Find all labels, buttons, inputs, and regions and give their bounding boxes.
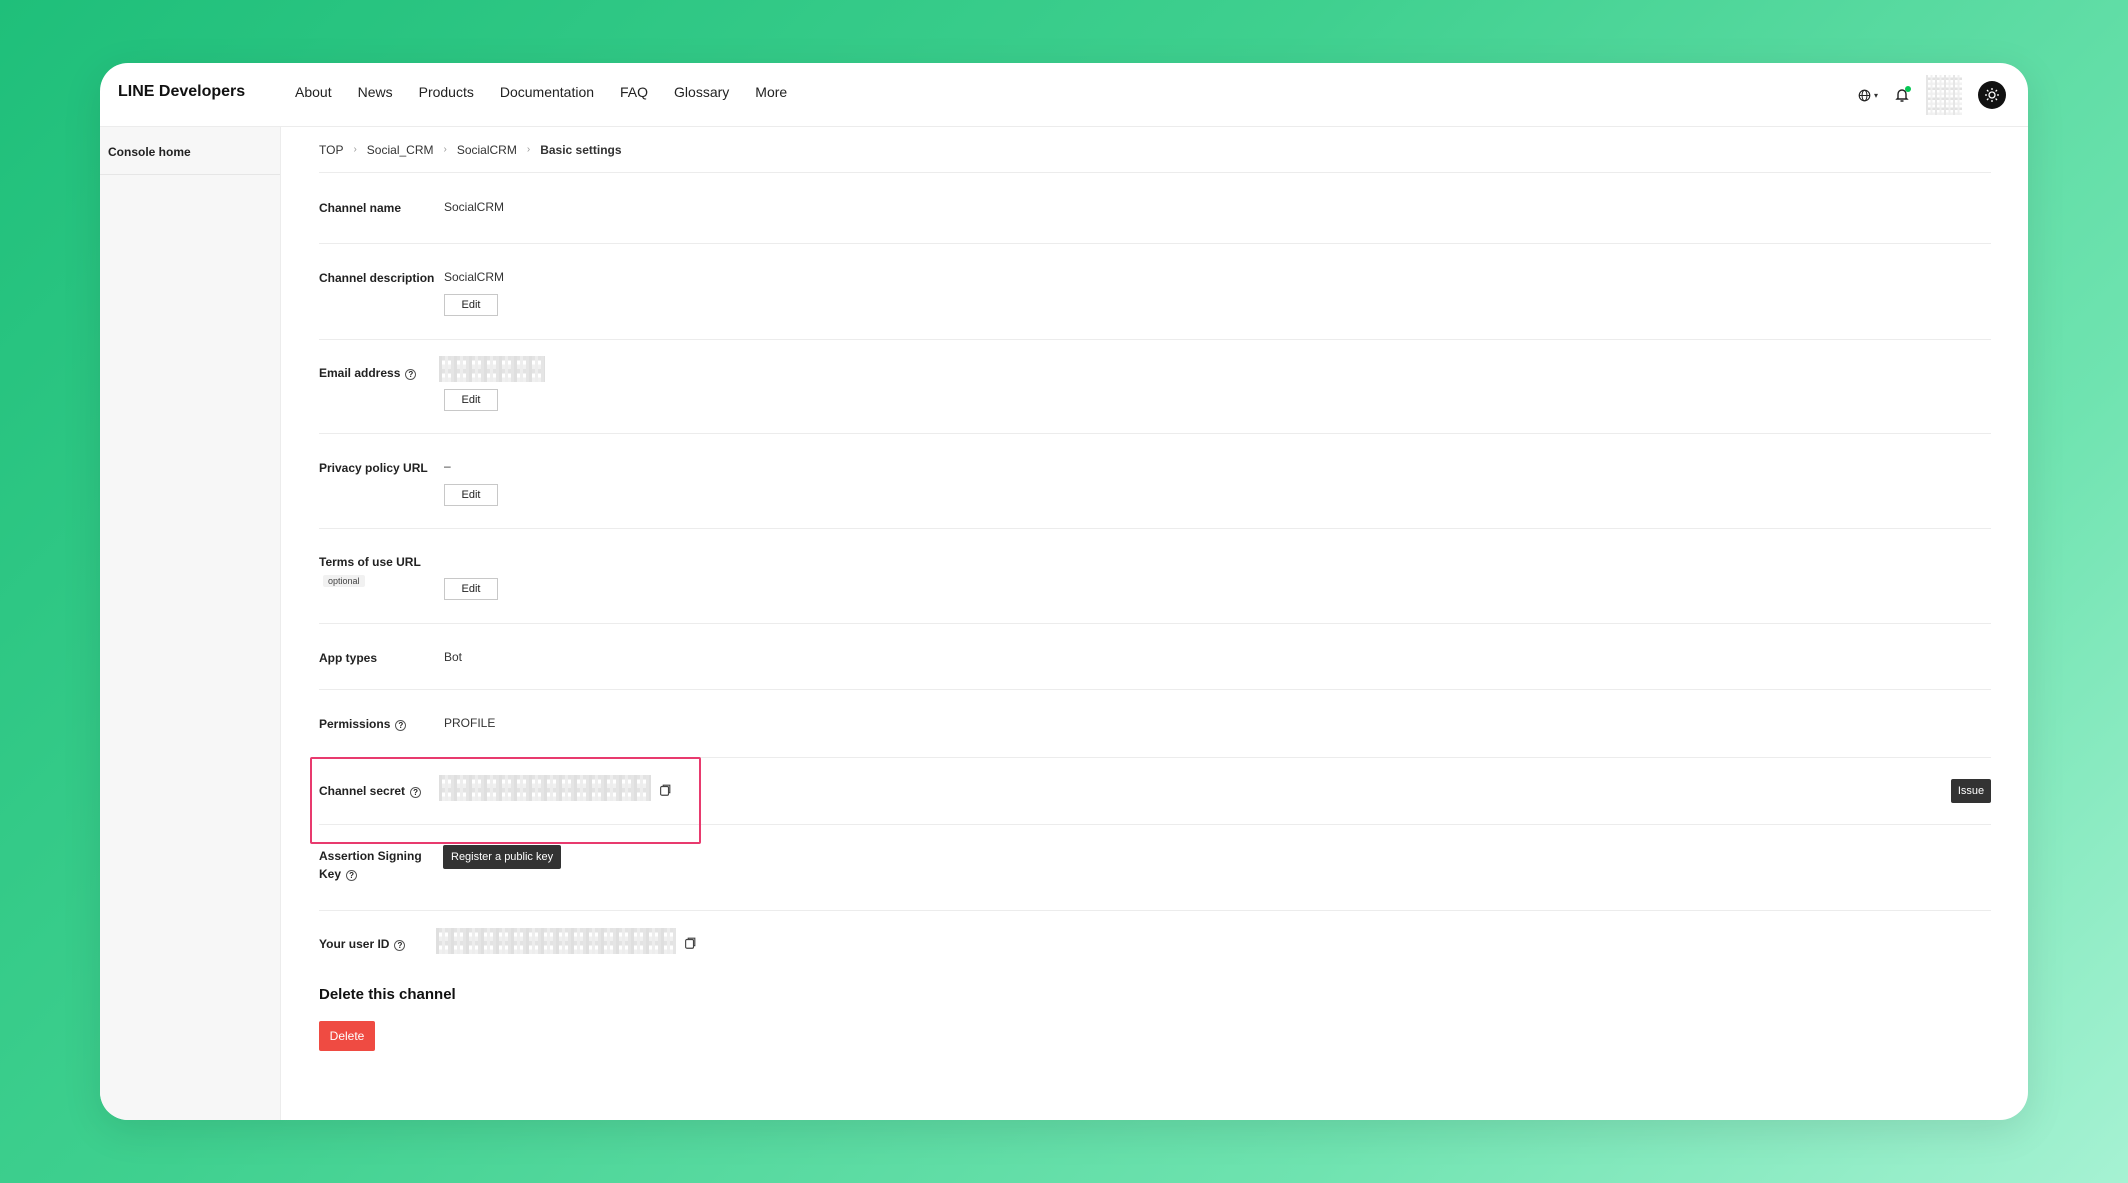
channel-name-value: SocialCRM bbox=[444, 200, 505, 214]
nav-products[interactable]: Products bbox=[419, 84, 474, 100]
channel-description-value: SocialCRM bbox=[444, 270, 505, 284]
nav-news[interactable]: News bbox=[358, 84, 393, 100]
permissions-value: PROFILE bbox=[444, 716, 496, 730]
nav-about[interactable]: About bbox=[295, 84, 332, 100]
breadcrumb-top[interactable]: TOP bbox=[319, 143, 343, 157]
user-id-label-text: Your user ID bbox=[319, 937, 390, 951]
email-label-text: Email address bbox=[319, 366, 401, 380]
issue-button[interactable]: Issue bbox=[1951, 779, 1991, 803]
assertion-key-label-line2: Key bbox=[319, 867, 342, 881]
row-channel-description: Channel description SocialCRM Edit bbox=[319, 244, 1991, 340]
nav-links: About News Products Documentation FAQ Gl… bbox=[295, 84, 813, 100]
row-app-types: App types Bot bbox=[319, 624, 1991, 690]
row-channel-name: Channel name SocialCRM bbox=[319, 173, 1991, 244]
breadcrumb: TOP › Social_CRM › SocialCRM › Basic set… bbox=[319, 127, 1991, 173]
globe-icon bbox=[1858, 89, 1871, 101]
nav-right-tools: ▾ bbox=[1858, 75, 2006, 115]
help-icon[interactable]: ? bbox=[394, 940, 406, 951]
user-id-value-redacted bbox=[436, 928, 676, 954]
theme-toggle[interactable] bbox=[1978, 81, 2006, 109]
privacy-policy-label: Privacy policy URL bbox=[319, 461, 428, 475]
email-label: Email address? bbox=[319, 364, 417, 382]
nav-documentation[interactable]: Documentation bbox=[500, 84, 594, 100]
row-email: Email address? Edit bbox=[319, 340, 1991, 434]
sidebar: Console home bbox=[100, 127, 281, 1120]
row-permissions: Permissions? PROFILE bbox=[319, 690, 1991, 758]
help-icon[interactable]: ? bbox=[395, 720, 407, 731]
delete-button[interactable]: Delete bbox=[319, 1021, 375, 1051]
app-window: LINE Developers About News Products Docu… bbox=[100, 63, 2028, 1120]
row-privacy-policy: Privacy policy URL – Edit bbox=[319, 434, 1991, 529]
chevron-right-icon: › bbox=[443, 144, 447, 155]
breadcrumb-current: Basic settings bbox=[540, 142, 622, 157]
chevron-right-icon: › bbox=[353, 144, 357, 155]
delete-channel-title: Delete this channel bbox=[319, 986, 456, 1003]
app-types-value: Bot bbox=[444, 650, 463, 664]
top-navigation: LINE Developers About News Products Docu… bbox=[100, 63, 2028, 127]
notification-dot bbox=[1905, 86, 1911, 92]
sidebar-item-console-home[interactable]: Console home bbox=[100, 127, 280, 175]
app-types-label: App types bbox=[319, 651, 378, 665]
terms-of-use-label: Terms of use URL bbox=[319, 555, 421, 569]
channel-name-label: Channel name bbox=[319, 201, 402, 215]
chevron-right-icon: › bbox=[526, 144, 531, 155]
row-user-id: Your user ID? bbox=[319, 911, 1991, 977]
nav-faq[interactable]: FAQ bbox=[620, 84, 648, 100]
brand-logo[interactable]: LINE Developers bbox=[118, 83, 245, 101]
edit-privacy-policy-button[interactable]: Edit bbox=[444, 484, 498, 506]
nav-glossary[interactable]: Glossary bbox=[674, 84, 729, 100]
chevron-down-icon: ▾ bbox=[1873, 90, 1878, 100]
email-value-redacted bbox=[439, 356, 545, 382]
main-content: TOP › Social_CRM › SocialCRM › Basic set… bbox=[319, 127, 1991, 1077]
edit-description-button[interactable]: Edit bbox=[444, 294, 498, 316]
edit-terms-button[interactable]: Edit bbox=[444, 578, 498, 600]
language-selector[interactable]: ▾ bbox=[1858, 89, 1878, 102]
privacy-policy-value: – bbox=[444, 459, 451, 473]
channel-description-label: Channel description bbox=[319, 271, 435, 285]
user-id-label: Your user ID? bbox=[319, 935, 406, 953]
row-terms-of-use: Terms of use URL optional Edit bbox=[319, 529, 1991, 624]
nav-more[interactable]: More bbox=[755, 84, 787, 100]
assertion-key-label: Assertion Signing Key? bbox=[319, 847, 422, 883]
copy-icon[interactable] bbox=[683, 936, 697, 950]
permissions-label-text: Permissions bbox=[319, 717, 391, 731]
assertion-key-label-line1: Assertion Signing bbox=[319, 849, 422, 863]
edit-email-button[interactable]: Edit bbox=[444, 389, 498, 411]
notification-button[interactable] bbox=[1894, 86, 1911, 103]
highlight-box bbox=[310, 757, 701, 844]
danger-zone: Delete this channel Delete bbox=[319, 977, 1991, 1077]
optional-badge: optional bbox=[323, 575, 365, 587]
help-icon[interactable]: ? bbox=[346, 870, 358, 881]
register-public-key-button[interactable]: Register a public key bbox=[443, 845, 562, 869]
avatar[interactable] bbox=[1926, 75, 1962, 115]
permissions-label: Permissions? bbox=[319, 715, 407, 733]
sun-icon bbox=[1985, 88, 1999, 102]
breadcrumb-channel[interactable]: SocialCRM bbox=[457, 143, 517, 157]
breadcrumb-provider[interactable]: Social_CRM bbox=[367, 143, 434, 157]
help-icon[interactable]: ? bbox=[405, 369, 417, 380]
